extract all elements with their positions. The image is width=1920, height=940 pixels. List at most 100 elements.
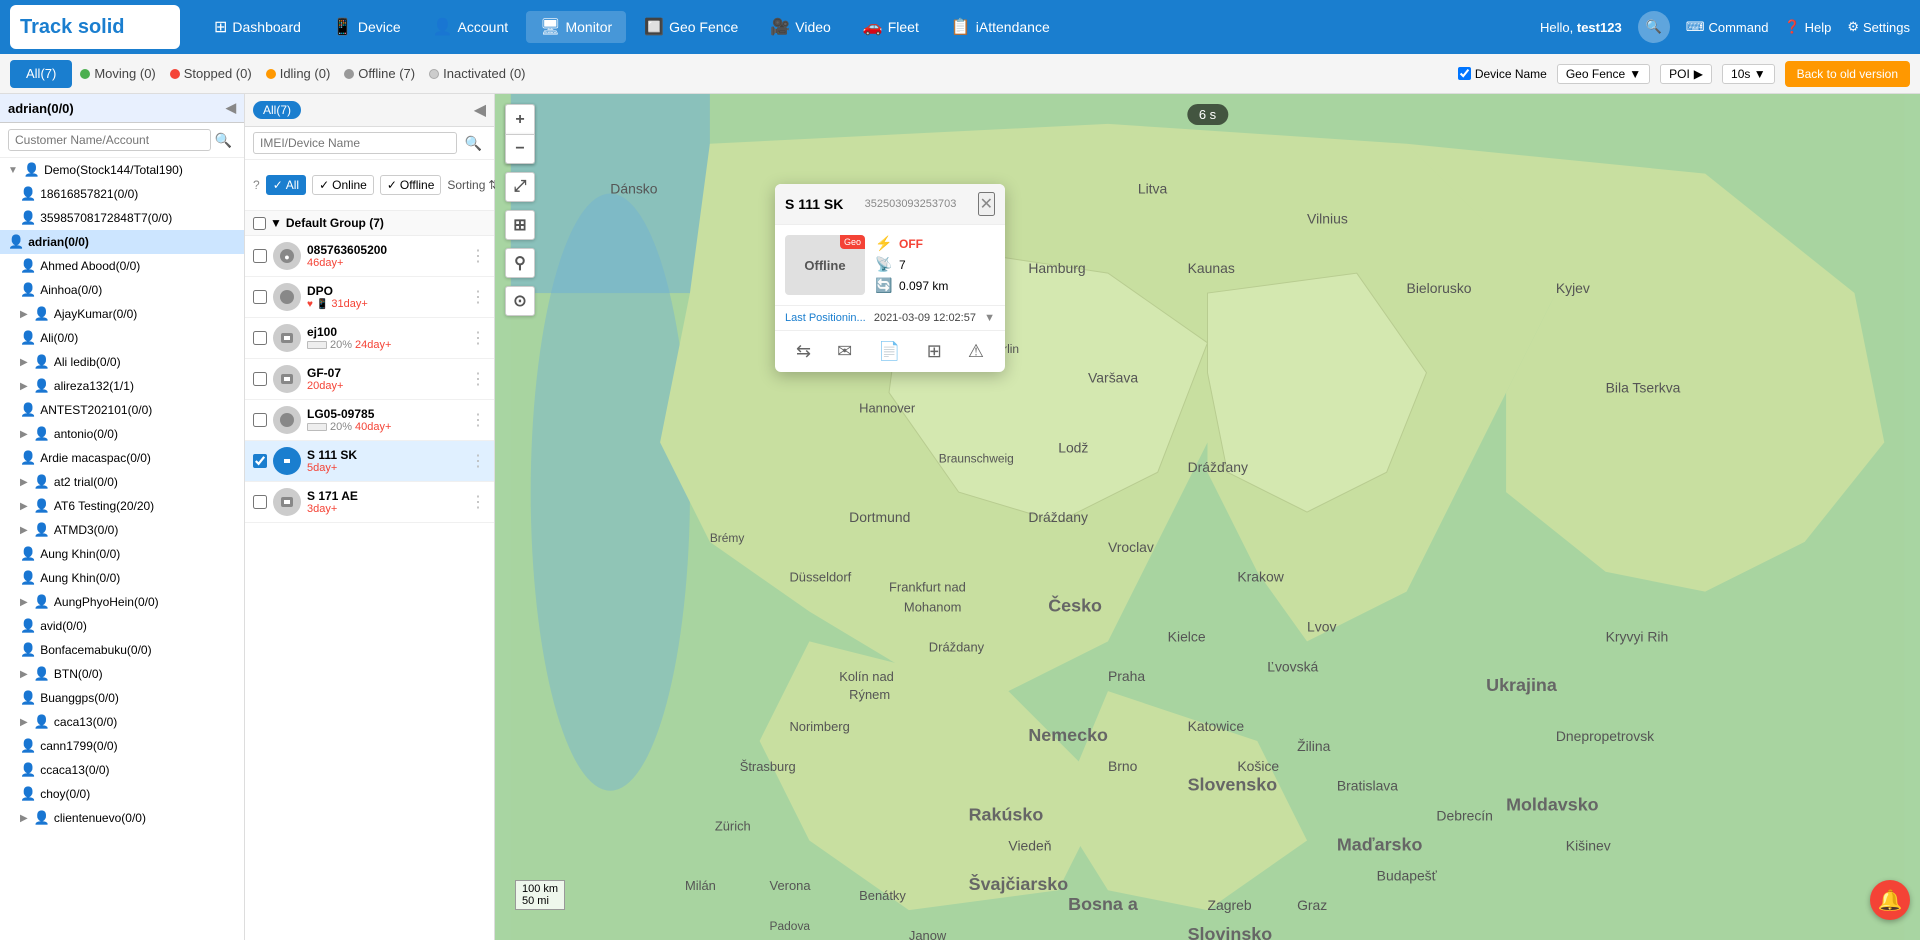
device-checkbox-1[interactable] [253, 290, 267, 304]
device-checkbox-4[interactable] [253, 413, 267, 427]
device-checkbox-5[interactable] [253, 454, 267, 468]
group-select-all-checkbox[interactable] [253, 217, 266, 230]
device-more-2[interactable]: ⋮ [470, 328, 486, 348]
map-time-badge: 6 s [1187, 104, 1228, 125]
device-checkbox-0[interactable] [253, 249, 267, 263]
layers-button[interactable]: ⊞ [505, 210, 535, 240]
collapse-middle-icon[interactable]: ◀ [474, 100, 486, 120]
all-button[interactable]: All(7) [10, 60, 72, 88]
tree-item-2[interactable]: 👤 35985708172848T7(0/0) [0, 206, 244, 230]
sort-button[interactable]: Sorting ⇅ [447, 178, 498, 192]
nav-item-dashboard[interactable]: ⊞ Dashboard [200, 11, 315, 43]
nav-item-account[interactable]: 👤 Account [419, 11, 523, 43]
device-search-input[interactable] [253, 132, 457, 154]
tree-item-cann1799[interactable]: 👤 cann1799(0/0) [0, 734, 244, 758]
nav-item-geofence[interactable]: 🔲 Geo Fence [630, 11, 752, 43]
interval-button[interactable]: 10s ▼ [1722, 64, 1775, 84]
tree-item-ajay[interactable]: ▶ 👤 AjayKumar(0/0) [0, 302, 244, 326]
tree-item-bonface[interactable]: 👤 Bonfacemabuku(0/0) [0, 638, 244, 662]
device-item[interactable]: DPO ♥ 📱 31day+ ⋮ [245, 277, 494, 318]
device-name-checkbox-label[interactable]: Device Name [1458, 67, 1547, 81]
group-icon: 👤 [34, 714, 50, 730]
tree-item-btn[interactable]: ▶ 👤 BTN(0/0) [0, 662, 244, 686]
tree-item-at2[interactable]: ▶ 👤 at2 trial(0/0) [0, 470, 244, 494]
device-more-3[interactable]: ⋮ [470, 369, 486, 389]
user-icon: 👤 [34, 378, 50, 394]
popup-info-button[interactable]: 📄 [874, 339, 904, 364]
device-checkbox-2[interactable] [253, 331, 267, 345]
tree-item-aungkhin2[interactable]: 👤 Aung Khin(0/0) [0, 566, 244, 590]
tree-item-atmd3[interactable]: ▶ 👤 ATMD3(0/0) [0, 518, 244, 542]
help-link[interactable]: ❓ Help [1784, 19, 1831, 35]
device-item[interactable]: ● 085763605200 46day+ ⋮ [245, 236, 494, 277]
device-checkbox-3[interactable] [253, 372, 267, 386]
tree-item-antonio[interactable]: ▶ 👤 antonio(0/0) [0, 422, 244, 446]
back-old-version-button[interactable]: Back to old version [1785, 61, 1910, 87]
tree-item-alireza[interactable]: ▶ 👤 alireza132(1/1) [0, 374, 244, 398]
popup-message-button[interactable]: ✉ [833, 339, 856, 364]
tree-item-ainhoa[interactable]: 👤 Ainhoa(0/0) [0, 278, 244, 302]
popup-alert-button[interactable]: ⚠ [964, 339, 988, 364]
nav-item-device[interactable]: 📱 Device [319, 11, 415, 43]
tree-item-clientenuevo[interactable]: ▶ 👤 clientenuevo(0/0) [0, 806, 244, 830]
tree-item-demo[interactable]: ▼ 👤 Demo(Stock144/Total190) [0, 158, 244, 182]
filter-offline-button[interactable]: ✓ Offline [380, 175, 442, 195]
tree-item-avid[interactable]: 👤 avid(0/0) [0, 614, 244, 638]
device-more-6[interactable]: ⋮ [470, 492, 486, 512]
device-more-1[interactable]: ⋮ [470, 287, 486, 307]
nav-item-fleet[interactable]: 🚗 Fleet [849, 11, 933, 43]
collapse-icon[interactable]: ◀ [226, 100, 236, 116]
popup-share-button[interactable]: ⇆ [792, 339, 815, 364]
nav-item-monitor[interactable]: 🖥 Monitor [526, 11, 626, 43]
fullscreen-button[interactable]: ⤢ [505, 172, 535, 202]
tree-item-at6[interactable]: ▶ 👤 AT6 Testing(20/20) [0, 494, 244, 518]
filter-all-button[interactable]: ✓ All [266, 175, 306, 195]
tree-item-ardie[interactable]: 👤 Ardie macaspac(0/0) [0, 446, 244, 470]
device-item-s111sk[interactable]: S 111 SK 5day+ ⋮ [245, 441, 494, 482]
zoom-out-button[interactable]: − [505, 134, 535, 164]
tree-item-antest[interactable]: 👤 ANTEST202101(0/0) [0, 398, 244, 422]
poi-button[interactable]: POI ▶ [1660, 64, 1712, 84]
map-tool-button[interactable]: ⚲ [505, 248, 535, 278]
filter-online-button[interactable]: ✓ Online [312, 175, 374, 195]
notification-fab[interactable]: 🔔 [1870, 880, 1910, 920]
customer-search-input[interactable] [8, 129, 211, 151]
popup-grid-button[interactable]: ⊞ [923, 339, 946, 364]
tree-item-adrian[interactable]: 👤 adrian(0/0) [0, 230, 244, 254]
nav-item-video[interactable]: 🎥 Video [756, 11, 844, 43]
device-more-4[interactable]: ⋮ [470, 410, 486, 430]
tree-item-1[interactable]: 👤 18616857821(0/0) [0, 182, 244, 206]
device-name-checkbox[interactable] [1458, 67, 1471, 80]
tree-item-choy[interactable]: 👤 choy(0/0) [0, 782, 244, 806]
search-button[interactable]: 🔍 [1638, 11, 1670, 43]
svg-text:Hamburg: Hamburg [1028, 260, 1085, 276]
device-more-0[interactable]: ⋮ [470, 246, 486, 266]
tree-item-aungkhin1[interactable]: 👤 Aung Khin(0/0) [0, 542, 244, 566]
zoom-in-button[interactable]: + [505, 104, 535, 134]
geo-fence-button[interactable]: Geo Fence ▼ [1557, 64, 1650, 84]
tree-item-ahmed[interactable]: 👤 Ahmed Abood(0/0) [0, 254, 244, 278]
popup-close-button[interactable]: ✕ [978, 192, 995, 216]
tree-item-caca13[interactable]: ▶ 👤 caca13(0/0) [0, 710, 244, 734]
device-item[interactable]: ej100 20% 24day+ ⋮ [245, 318, 494, 359]
tree-item-ccaca13[interactable]: 👤 ccaca13(0/0) [0, 758, 244, 782]
customer-search-button[interactable]: 🔍 [211, 130, 236, 151]
nav-item-iattendance[interactable]: 📋 iAttendance [937, 11, 1064, 43]
tree-item-buanggps[interactable]: 👤 Buanggps(0/0) [0, 686, 244, 710]
expand-group-icon[interactable]: ▼ [270, 216, 282, 230]
settings-link[interactable]: ⚙ Settings [1847, 19, 1910, 35]
device-more-5[interactable]: ⋮ [470, 451, 486, 471]
popup-position-row[interactable]: Last Positionin... 2021-03-09 12:02:57 ▼ [775, 305, 1005, 330]
command-link[interactable]: ⌨ Command [1686, 19, 1769, 35]
tree-item-aliledib[interactable]: ▶ 👤 Ali ledib(0/0) [0, 350, 244, 374]
device-item[interactable]: GF-07 20day+ ⋮ [245, 359, 494, 400]
cluster-button[interactable]: ⊙ [505, 286, 535, 316]
device-item[interactable]: LG05-09785 20% 40day+ ⋮ [245, 400, 494, 441]
tree-item-aungphyo[interactable]: ▶ 👤 AungPhyoHein(0/0) [0, 590, 244, 614]
expand-icon: ▶ [20, 597, 28, 608]
second-bar: All(7) Moving (0) Stopped (0) Idling (0)… [0, 54, 1920, 94]
device-search-button[interactable]: 🔍 [461, 133, 486, 154]
device-item[interactable]: S 171 AE 3day+ ⋮ [245, 482, 494, 523]
tree-item-ali[interactable]: 👤 Ali(0/0) [0, 326, 244, 350]
device-checkbox-6[interactable] [253, 495, 267, 509]
